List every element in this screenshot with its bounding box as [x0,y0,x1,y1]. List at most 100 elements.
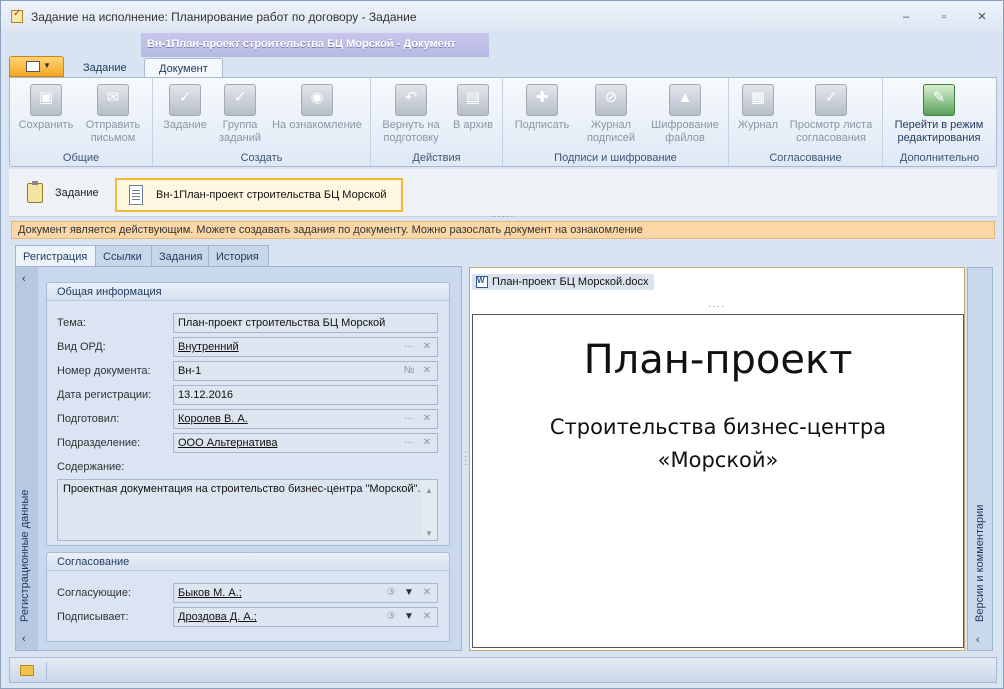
document-viewer: План-проект БЦ Морской.docx ···· План-пр… [469,267,965,651]
signature-log-button[interactable]: ⊘ Журнал подписей [577,82,645,145]
clear-icon[interactable]: ✕ [419,339,435,355]
window-title: Задание на исполнение: Планирование рабо… [31,10,417,24]
title-bar: Задание на исполнение: Планирование рабо… [1,1,1003,31]
ord-type-field[interactable]: Внутренний ··· ✕ [173,337,438,357]
group-label: Дополнительно [899,152,980,164]
clear-icon[interactable]: ✕ [419,363,435,379]
breadcrumb-document[interactable]: Вн-1План-проект строительства БЦ Морской [115,178,403,212]
group-create: ✓ Задание ✓ Группа заданий ◉ На ознакомл… [153,78,371,166]
general-info-group: Общая информация Тема: План-проект строи… [46,282,450,546]
side-collapse-bar[interactable]: ‹ Регистрационные данные ‹ [16,267,38,650]
signer-field[interactable]: Дроздова Д. А.; ③ ▼ ✕ [173,607,438,627]
return-arrow-icon: ↶ [395,84,427,116]
chevron-left-icon[interactable]: ‹ [22,633,26,645]
clear-icon[interactable]: ✕ [419,411,435,427]
group-label: Общие [62,152,100,164]
send-mail-button[interactable]: ✉ Отправить письмом [80,82,146,145]
approvers-field[interactable]: Быков М. А.; ③ ▼ ✕ [173,583,438,603]
journal-icon: ▦ [742,84,774,116]
application-menu-button[interactable]: ▼ [9,56,64,77]
info-icon[interactable]: ③ [383,609,399,625]
chevron-down-icon: ▼ [43,61,51,70]
create-task-button[interactable]: ✓ Задание [159,82,211,132]
maximize-button[interactable]: ▫ [933,9,955,25]
approval-log-button[interactable]: ▦ Журнал [733,82,783,132]
versions-label: Версии и комментарии [974,504,986,622]
department-field[interactable]: ООО Альтернатива ··· ✕ [173,433,438,453]
breadcrumb-task[interactable]: Задание [25,181,115,205]
document-heading: План-проект [583,337,853,383]
info-icon[interactable]: ③ [383,585,399,601]
field-doc-number: Номер документа: Вн-1 № ✕ [57,361,441,381]
prepared-by-field[interactable]: Королев В. А. ··· ✕ [173,409,438,429]
ellipsis-icon[interactable]: ··· [401,339,417,355]
lock-icon: ▲ [669,84,701,116]
group-signatures: ✚ Подписать ⊘ Журнал подписей ▲ Шифрован… [503,78,729,166]
seal-icon: ⊘ [595,84,627,116]
scrollbar[interactable]: ▲ ▼ [422,481,436,539]
clear-icon[interactable]: ✕ [419,435,435,451]
sign-icon: ✚ [526,84,558,116]
versions-sidebar[interactable]: Версии и комментарии ‹ [967,267,993,651]
ellipsis-icon[interactable]: ··· [401,411,417,427]
task-group-button[interactable]: ✓ Группа заданий [215,82,265,145]
dropdown-icon[interactable]: ▼ [401,609,417,625]
group-label: Согласование [769,152,842,164]
tab-history[interactable]: История [208,245,269,267]
document-subheading: Строительства бизнес-центра «Морской» [549,415,887,472]
group-label: Действия [412,152,461,164]
topic-field[interactable]: План-проект строительства БЦ Морской [173,313,438,333]
splitter-handle[interactable]: ···· [708,301,725,312]
reg-date-field[interactable]: 13.12.2016 [173,385,438,405]
breadcrumb: Задание Вн-1План-проект строительства БЦ… [9,169,997,217]
encrypt-files-button[interactable]: ▲ Шифрование файлов [647,82,723,145]
info-banner: Документ является действующим. Можете со… [11,221,995,239]
clear-icon[interactable]: ✕ [419,585,435,601]
file-name-tab[interactable]: План-проект БЦ Морской.docx [472,274,655,290]
save-button[interactable]: ▣ Сохранить [16,82,76,132]
word-file-icon [476,276,488,288]
scroll-up-icon[interactable]: ▲ [425,484,433,497]
group-label: Подписи и шифрование [554,152,677,164]
registration-panel: ‹ Регистрационные данные ‹ Общая информа… [15,266,462,651]
tab-task[interactable]: Задание [69,58,141,78]
doc-number-field[interactable]: Вн-1 № ✕ [173,361,438,381]
vertical-splitter-handle[interactable]: · · · · [464,448,467,470]
group-header: Общая информация [47,283,449,301]
folder-icon[interactable] [20,665,34,676]
chevron-left-icon[interactable]: ‹ [22,273,26,285]
field-approvers: Согласующие: Быков М. А.; ③ ▼ ✕ [57,583,441,603]
tab-tasks[interactable]: Задания [151,245,209,267]
archive-button[interactable]: ▤ В архив [449,82,497,132]
approval-sheet-button[interactable]: ✓ Просмотр листа согласования [785,82,877,145]
chevron-left-icon[interactable]: ‹ [976,634,980,646]
tab-document[interactable]: Документ [144,58,223,78]
eye-icon: ◉ [301,84,333,116]
group-label: Создать [240,152,283,164]
tab-links[interactable]: Ссылки [95,245,152,267]
context-tab-title: Вн-1План-проект строительства БЦ Морской… [147,38,456,50]
number-icon[interactable]: № [401,363,417,379]
scroll-down-icon[interactable]: ▼ [425,527,433,540]
field-ord-type: Вид ОРД: Внутренний ··· ✕ [57,337,441,357]
sign-button[interactable]: ✚ Подписать [507,82,577,132]
field-topic: Тема: План-проект строительства БЦ Морск… [57,313,441,333]
task-check-icon [11,8,23,23]
task-icon: ✓ [169,84,201,116]
tab-registration[interactable]: Регистрация [15,245,96,268]
side-label: Регистрационные данные [19,489,31,622]
ellipsis-icon[interactable]: ··· [401,435,417,451]
close-button[interactable]: ✕ [971,9,993,25]
familiarize-button[interactable]: ◉ На ознакомление [267,82,367,132]
minimize-button[interactable]: ‒ [895,9,917,25]
edit-mode-button[interactable]: ✎ Перейти в режим редактирования [889,82,989,145]
content-textarea[interactable]: Проектная документация на строительство … [57,479,438,541]
clear-icon[interactable]: ✕ [419,609,435,625]
menu-icon [26,61,40,72]
group-header: Согласование [47,553,449,571]
group-extra: ✎ Перейти в режим редактирования Дополни… [883,78,996,166]
return-to-prep-button[interactable]: ↶ Вернуть на подготовку [377,82,445,145]
dropdown-icon[interactable]: ▼ [401,585,417,601]
group-general: ▣ Сохранить ✉ Отправить письмом Общие [10,78,153,166]
status-divider [46,662,47,680]
